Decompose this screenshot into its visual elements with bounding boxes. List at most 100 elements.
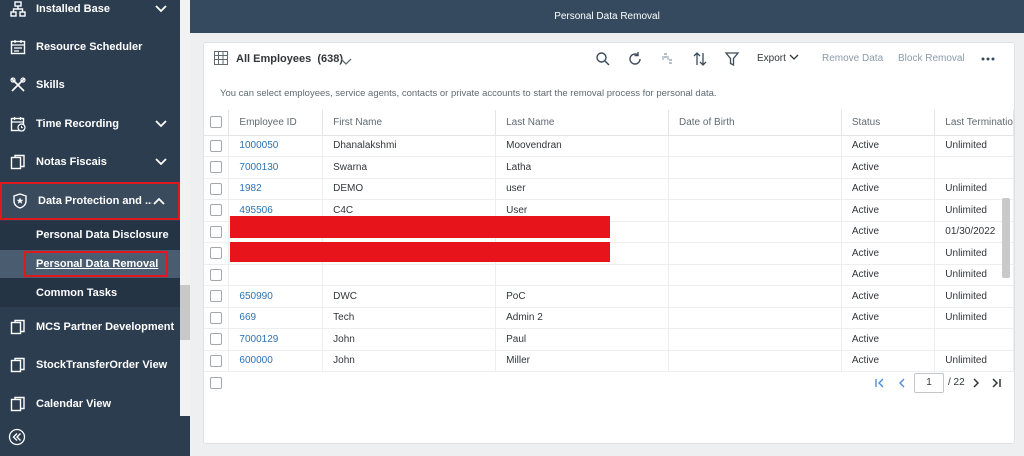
chevron-down-icon[interactable] — [340, 54, 352, 65]
footer-select-checkbox[interactable] — [210, 377, 222, 389]
redaction-mark — [230, 216, 610, 238]
employee-id-link[interactable]: 7000130 — [228, 156, 324, 179]
employee-id-link[interactable]: 1000050 — [228, 135, 324, 157]
last-page-icon[interactable] — [990, 376, 1002, 388]
group-icon[interactable] — [660, 51, 676, 67]
first-page-icon[interactable] — [874, 376, 886, 388]
table-cell: Active — [841, 264, 936, 286]
shield-icon — [11, 192, 29, 210]
table-cell: DEMO — [322, 178, 497, 200]
more-options-icon[interactable] — [980, 51, 996, 67]
redaction-mark — [230, 242, 610, 262]
collapse-sidebar-icon[interactable] — [8, 428, 26, 446]
table-cell: Latha — [495, 156, 669, 179]
table-row[interactable]: 7000129 John Paul Active — [204, 328, 1014, 351]
column-header[interactable]: Date of Birth — [668, 110, 842, 136]
block-removal-button[interactable]: Block Removal — [898, 53, 965, 64]
table-cell — [668, 328, 842, 351]
filter-icon[interactable] — [724, 51, 740, 67]
refresh-icon[interactable] — [627, 51, 643, 67]
employee-id-link[interactable]: 1982 — [228, 178, 324, 200]
nav-item-installed-base[interactable]: Installed Base — [0, 0, 180, 28]
employee-id-link[interactable] — [228, 264, 324, 286]
sort-icon[interactable] — [692, 51, 708, 67]
documents-icon — [9, 153, 27, 171]
page-number-input[interactable]: 1 — [914, 373, 944, 393]
nav-item-time-recording[interactable]: Time Recording — [0, 105, 180, 143]
column-header[interactable]: Last Name — [495, 110, 669, 136]
employee-id-link[interactable]: 669 — [228, 307, 324, 329]
nav-item-resource-scheduler[interactable]: Resource Scheduler — [0, 28, 180, 66]
nav-item-data-protection[interactable]: Data Protection and ... — [0, 182, 180, 220]
previous-page-icon[interactable] — [896, 376, 908, 388]
row-checkbox[interactable] — [204, 350, 230, 372]
nav-item-calendar-view[interactable]: Calendar View — [0, 385, 180, 423]
table-cell — [668, 307, 842, 329]
row-checkbox[interactable] — [204, 307, 230, 329]
next-page-icon[interactable] — [970, 376, 982, 388]
highlight-box — [24, 251, 168, 277]
chevron-down-icon[interactable] — [154, 158, 168, 166]
row-checkbox[interactable] — [204, 178, 230, 200]
nav-label: Data Protection and ... — [38, 195, 152, 207]
table-row[interactable]: 1000050 Dhanalakshmi Moovendran Active Unlim… — [204, 135, 1014, 157]
table-cell: Active — [841, 178, 936, 200]
table-cell — [668, 199, 842, 222]
table-cell: Tech — [322, 307, 497, 329]
subnav-personal-data-disclosure[interactable]: Personal Data Disclosure — [0, 221, 180, 249]
row-checkbox[interactable] — [204, 156, 230, 179]
table-cell — [495, 264, 669, 286]
row-checkbox[interactable] — [204, 242, 230, 265]
table-cell — [934, 156, 1014, 179]
view-selector[interactable]: All Employees (638) — [236, 53, 343, 65]
table-cell: Moovendran — [495, 135, 669, 157]
table-cell: Unlimited — [934, 285, 1014, 308]
table-cell: John — [322, 350, 497, 372]
row-checkbox[interactable] — [204, 135, 230, 157]
nav-label: Resource Scheduler — [36, 41, 143, 53]
sidebar-scrollbar[interactable] — [180, 0, 190, 416]
table-row[interactable]: 650990 DWC PoC Active Unlimited — [204, 285, 1014, 308]
remove-data-button[interactable]: Remove Data — [822, 53, 883, 64]
scrollbar-thumb[interactable] — [180, 285, 190, 340]
table-cell: Active — [841, 307, 936, 329]
table-row[interactable]: 600000 John Miller Active Unlimited — [204, 350, 1014, 372]
row-checkbox[interactable] — [204, 221, 230, 243]
column-header[interactable]: Employee ID — [228, 110, 324, 136]
nav-label: Skills — [36, 79, 65, 91]
table-vertical-scrollbar[interactable] — [1002, 198, 1010, 278]
column-header[interactable]: First Name — [322, 110, 497, 136]
table-row[interactable]: Active Unlimited — [204, 264, 1014, 286]
row-checkbox[interactable] — [204, 264, 230, 286]
table-row[interactable]: 669 Tech Admin 2 Active Unlimited — [204, 307, 1014, 329]
chevron-down-icon[interactable] — [154, 120, 168, 128]
table-row[interactable]: 1982 DEMO user Active Unlimited — [204, 178, 1014, 200]
subnav-common-tasks[interactable]: Common Tasks — [0, 279, 180, 307]
chevron-up-icon[interactable] — [152, 197, 166, 205]
nav-item-mcs-partner-development[interactable]: MCS Partner Development — [0, 308, 180, 346]
row-checkbox[interactable] — [204, 199, 230, 222]
table-cell: Unlimited — [934, 307, 1014, 329]
nav-item-skills[interactable]: Skills — [0, 66, 180, 104]
select-all-checkbox[interactable] — [204, 110, 230, 136]
tools-icon — [9, 76, 27, 94]
table-cell: Active — [841, 221, 936, 243]
nav-item-notas-fiscais[interactable]: Notas Fiscais — [0, 143, 180, 181]
export-button[interactable]: Export — [757, 53, 799, 64]
employee-id-link[interactable]: 7000129 — [228, 328, 324, 351]
hierarchy-icon — [9, 0, 27, 18]
table-view-icon — [214, 51, 228, 65]
chevron-down-icon — [789, 54, 799, 60]
sidebar: Installed Base Resource Scheduler Skills… — [0, 0, 190, 456]
nav-item-stocktransferorder-view[interactable]: StockTransferOrder View — [0, 346, 180, 384]
employee-id-link[interactable]: 650990 — [228, 285, 324, 308]
column-header[interactable]: Status — [841, 110, 936, 136]
row-checkbox[interactable] — [204, 328, 230, 351]
row-checkbox[interactable] — [204, 285, 230, 308]
employee-id-link[interactable]: 600000 — [228, 350, 324, 372]
table-row[interactable]: 7000130 Swarna Latha Active — [204, 156, 1014, 179]
search-icon[interactable] — [595, 51, 611, 67]
table-cell: user — [495, 178, 669, 200]
column-header[interactable]: Last Terminatio — [934, 110, 1014, 136]
chevron-down-icon[interactable] — [154, 5, 168, 13]
